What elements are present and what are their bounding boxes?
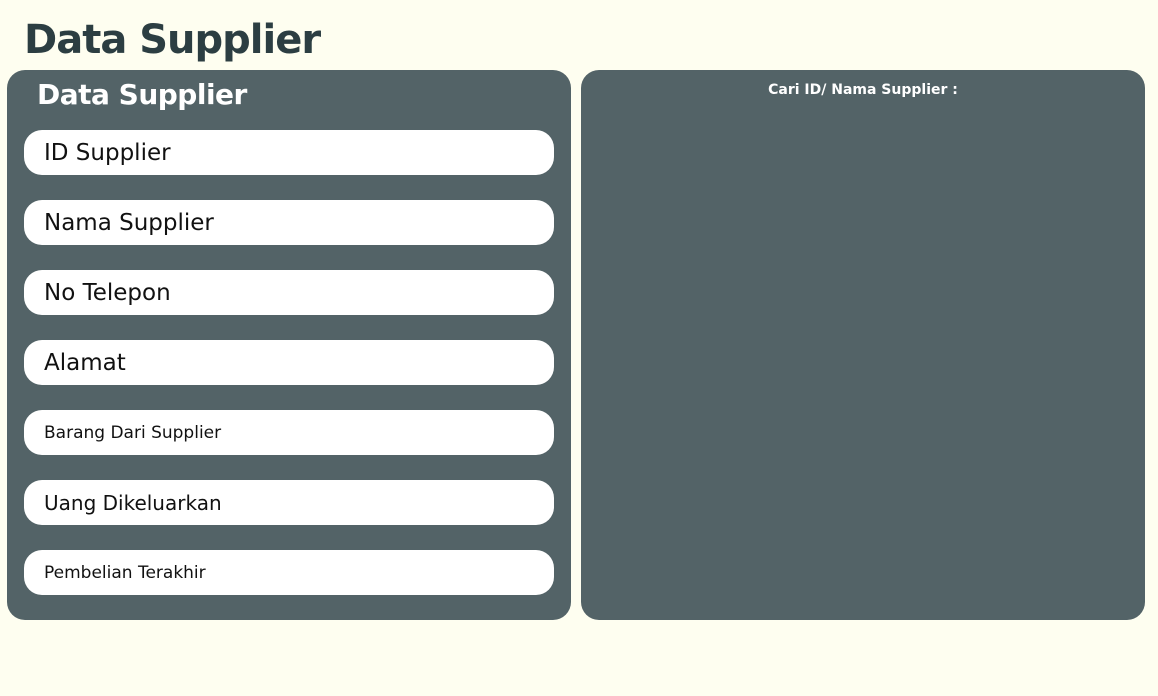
form-panel-title: Data Supplier — [37, 78, 247, 111]
no-telepon-label: No Telepon — [44, 279, 171, 306]
id-supplier-field[interactable]: ID Supplier — [24, 130, 554, 175]
page-title: Data Supplier — [24, 17, 321, 63]
alamat-label: Alamat — [44, 349, 126, 376]
uang-dikeluarkan-label: Uang Dikeluarkan — [44, 490, 222, 515]
pembelian-terakhir-label: Pembelian Terakhir — [44, 562, 206, 583]
no-telepon-field[interactable]: No Telepon — [24, 270, 554, 315]
alamat-field[interactable]: Alamat — [24, 340, 554, 385]
uang-dikeluarkan-field[interactable]: Uang Dikeluarkan — [24, 480, 554, 525]
id-supplier-label: ID Supplier — [44, 139, 171, 166]
nama-supplier-label: Nama Supplier — [44, 209, 214, 236]
barang-dari-supplier-label: Barang Dari Supplier — [44, 422, 222, 443]
barang-dari-supplier-field[interactable]: Barang Dari Supplier — [24, 410, 554, 455]
search-panel: Cari ID/ Nama Supplier : — [581, 70, 1145, 620]
pembelian-terakhir-field[interactable]: Pembelian Terakhir — [24, 550, 554, 595]
search-label: Cari ID/ Nama Supplier : — [768, 82, 958, 98]
supplier-form-panel: Data Supplier ID Supplier Nama Supplier … — [7, 70, 571, 620]
nama-supplier-field[interactable]: Nama Supplier — [24, 200, 554, 245]
